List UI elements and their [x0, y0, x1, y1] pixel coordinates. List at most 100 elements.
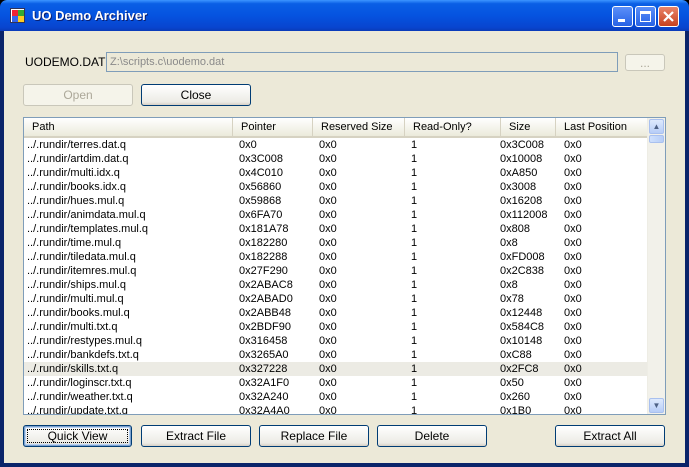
cell-pointer: 0x181A78 [239, 223, 289, 235]
close-icon[interactable] [658, 6, 679, 27]
scroll-thumb[interactable] [649, 135, 664, 143]
table-row[interactable]: ../.rundir/restypes.mul.q 0x316458 0x0 1 0x1… [24, 334, 647, 348]
table-row[interactable]: ../.rundir/skills.txt.q 0x327228 0x0 1 0x2FC… [24, 362, 647, 376]
table-row[interactable]: ../.rundir/loginscr.txt.q 0x32A1F0 0x0 1 0x5… [24, 376, 647, 390]
cell-last-position: 0x0 [564, 391, 582, 403]
quick-view-button[interactable]: Quick View [23, 425, 132, 447]
cell-path: ../.rundir/update.txt.q [27, 405, 128, 415]
column-header-last-position[interactable]: Last Position [556, 118, 647, 136]
extract-file-button[interactable]: Extract File [141, 425, 251, 447]
cell-read-only: 1 [411, 209, 418, 221]
cell-read-only: 1 [411, 377, 418, 389]
extract-all-button[interactable]: Extract All [555, 425, 665, 447]
cell-read-only: 1 [411, 279, 418, 291]
cell-pointer: 0x182288 [239, 251, 288, 263]
table-row[interactable]: ../.rundir/templates.mul.q 0x181A78 0x0 1 0x… [24, 222, 647, 236]
table-row[interactable]: ../.rundir/animdata.mul.q 0x6FA70 0x0 1 0x11… [24, 208, 647, 222]
cell-path: ../.rundir/tiledata.mul.q [27, 251, 136, 263]
maximize-icon[interactable] [635, 6, 656, 27]
cell-pointer: 0x327228 [239, 363, 288, 375]
arrow-down-icon[interactable]: ▼ [649, 398, 664, 413]
cell-path: ../.rundir/loginscr.txt.q [27, 377, 132, 389]
cell-last-position: 0x0 [564, 307, 582, 319]
table-row[interactable]: ../.rundir/itemres.mul.q 0x27F290 0x0 1 0x2C… [24, 264, 647, 278]
cell-reserved-size: 0x0 [319, 167, 337, 179]
cell-path: ../.rundir/time.mul.q [27, 237, 122, 249]
cell-pointer: 0x182280 [239, 237, 288, 249]
cell-reserved-size: 0x0 [319, 349, 337, 361]
replace-file-button[interactable]: Replace File [259, 425, 369, 447]
cell-last-position: 0x0 [564, 335, 582, 347]
close-button[interactable]: Close [141, 84, 251, 106]
cell-read-only: 1 [411, 405, 418, 415]
cell-last-position: 0x0 [564, 167, 582, 179]
table-row[interactable]: ../.rundir/weather.txt.q 0x32A240 0x0 1 0x26… [24, 390, 647, 404]
cell-size: 0x8 [500, 237, 518, 249]
column-header-path[interactable]: Path [24, 118, 233, 136]
cell-size: 0x3008 [500, 181, 537, 193]
table-row[interactable]: ../.rundir/terres.dat.q 0x0 0x0 1 0x3C008 0x0 [24, 138, 647, 152]
delete-button[interactable]: Delete [377, 425, 487, 447]
column-header-reserved-size[interactable]: Reserved Size [313, 118, 405, 136]
title-bar[interactable]: UO Demo Archiver [0, 0, 689, 31]
vertical-scrollbar[interactable]: ▲ ▼ [647, 118, 665, 414]
cell-last-position: 0x0 [564, 237, 582, 249]
cell-path: ../.rundir/artdim.dat.q [27, 153, 129, 165]
cell-last-position: 0x0 [564, 153, 582, 165]
table-row[interactable]: ../.rundir/tiledata.mul.q 0x182288 0x0 1 0xF… [24, 250, 647, 264]
cell-path: ../.rundir/books.mul.q [27, 307, 130, 319]
cell-read-only: 1 [411, 307, 418, 319]
cell-reserved-size: 0x0 [319, 279, 337, 291]
cell-reserved-size: 0x0 [319, 181, 337, 193]
column-header-pointer[interactable]: Pointer [233, 118, 313, 136]
cell-read-only: 1 [411, 167, 418, 179]
cell-last-position: 0x0 [564, 405, 582, 415]
table-row[interactable]: ../.rundir/bankdefs.txt.q 0x3265A0 0x0 1 0xC… [24, 348, 647, 362]
table-row[interactable]: ../.rundir/time.mul.q 0x182280 0x0 1 0x8 0x0 [24, 236, 647, 250]
table-row[interactable]: ../.rundir/books.idx.q 0x56860 0x0 1 0x3008 0… [24, 180, 647, 194]
cell-size: 0x8 [500, 279, 518, 291]
cell-path: ../.rundir/skills.txt.q [27, 363, 119, 375]
table-row[interactable]: ../.rundir/books.mul.q 0x2ABB48 0x0 1 0x1244… [24, 306, 647, 320]
table-row[interactable]: ../.rundir/multi.idx.q 0x4C010 0x0 1 0xA850 0… [24, 166, 647, 180]
cell-reserved-size: 0x0 [319, 237, 337, 249]
cell-pointer: 0x32A1F0 [239, 377, 290, 389]
cell-reserved-size: 0x0 [319, 195, 337, 207]
file-list[interactable]: Path Pointer Reserved Size Read-Only? Si… [23, 117, 666, 415]
table-row[interactable]: ../.rundir/multi.txt.q 0x2BDF90 0x0 1 0x584C… [24, 320, 647, 334]
cell-last-position: 0x0 [564, 209, 582, 221]
cell-last-position: 0x0 [564, 223, 582, 235]
cell-path: ../.rundir/multi.txt.q [27, 321, 118, 333]
list-rows: ../.rundir/terres.dat.q 0x0 0x0 1 0x3C008 0x0… [24, 138, 647, 415]
cell-size: 0x584C8 [500, 321, 545, 333]
browse-button[interactable]: ... [625, 54, 665, 71]
cell-size: 0x50 [500, 377, 524, 389]
cell-pointer: 0x0 [239, 139, 257, 151]
cell-pointer: 0x3C008 [239, 153, 284, 165]
cell-reserved-size: 0x0 [319, 363, 337, 375]
table-row[interactable]: ../.rundir/multi.mul.q 0x2ABAD0 0x0 1 0x78 0x… [24, 292, 647, 306]
column-header-read-only[interactable]: Read-Only? [405, 118, 501, 136]
cell-pointer: 0x2BDF90 [239, 321, 291, 333]
minimize-icon[interactable] [612, 6, 633, 27]
cell-size: 0x16208 [500, 195, 543, 207]
cell-pointer: 0x2ABAC8 [239, 279, 293, 291]
cell-reserved-size: 0x0 [319, 265, 337, 277]
cell-path: ../.rundir/multi.idx.q [27, 167, 120, 179]
cell-size: 0x10148 [500, 335, 543, 347]
cell-pointer: 0x56860 [239, 181, 282, 193]
arrow-up-icon[interactable]: ▲ [649, 119, 664, 134]
open-button[interactable]: Open [23, 84, 133, 106]
file-path-field[interactable] [106, 52, 618, 72]
cell-pointer: 0x4C010 [239, 167, 284, 179]
cell-last-position: 0x0 [564, 265, 582, 277]
table-row[interactable]: ../.rundir/update.txt.q 0x32A4A0 0x0 1 0x1B0… [24, 404, 647, 415]
column-header-size[interactable]: Size [501, 118, 556, 136]
table-row[interactable]: ../.rundir/hues.mul.q 0x59868 0x0 1 0x16208 0… [24, 194, 647, 208]
cell-read-only: 1 [411, 363, 418, 375]
cell-read-only: 1 [411, 293, 418, 305]
cell-last-position: 0x0 [564, 251, 582, 263]
table-row[interactable]: ../.rundir/ships.mul.q 0x2ABAC8 0x0 1 0x8 0x0 [24, 278, 647, 292]
cell-pointer: 0x3265A0 [239, 349, 289, 361]
table-row[interactable]: ../.rundir/artdim.dat.q 0x3C008 0x0 1 0x1000… [24, 152, 647, 166]
